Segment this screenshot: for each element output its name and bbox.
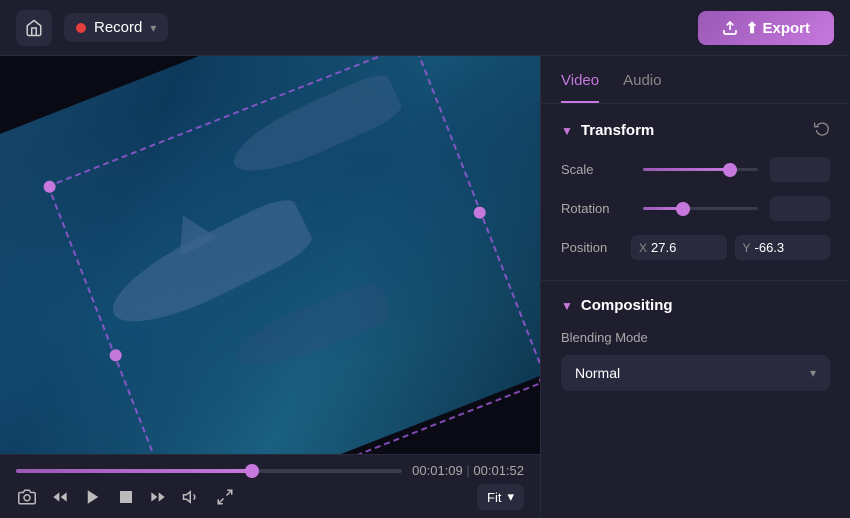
blending-mode-value: Normal <box>575 365 620 381</box>
record-dot-icon <box>76 23 86 33</box>
fit-chevron-icon: ▾ <box>507 489 514 505</box>
transform-title: Transform <box>581 122 654 139</box>
scale-label: Scale <box>561 162 631 177</box>
rotation-slider[interactable] <box>643 207 758 210</box>
header-left: Record ▾ <box>16 10 168 46</box>
position-row: Position X 27.6 Y -66.3 <box>561 235 830 260</box>
scale-value[interactable]: 176% <box>770 157 830 182</box>
ctrl-left <box>16 486 236 508</box>
y-value: -66.3 <box>755 240 785 255</box>
total-time: 00:01:52 <box>473 463 524 478</box>
position-inputs: X 27.6 Y -66.3 <box>631 235 830 260</box>
compositing-section: ▼ Compositing Blending Mode Normal ▾ <box>541 281 850 407</box>
playback-controls: 00:01:09 | 00:01:52 <box>0 454 540 518</box>
compositing-header: ▼ Compositing <box>561 297 830 314</box>
x-input-group[interactable]: X 27.6 <box>631 235 727 260</box>
header: Record ▾ ⬆ Export <box>0 0 850 56</box>
panel-tabs: Video Audio <box>541 56 850 104</box>
fullscreen-button[interactable] <box>214 486 236 508</box>
rotation-track <box>643 207 758 210</box>
blending-mode-dropdown[interactable]: Normal ▾ <box>561 355 830 391</box>
compositing-collapse-icon[interactable]: ▼ <box>561 299 573 313</box>
blend-chevron-icon: ▾ <box>810 366 816 380</box>
forward-button[interactable] <box>148 487 168 507</box>
y-axis-label: Y <box>743 241 751 255</box>
scale-thumb[interactable] <box>723 163 737 177</box>
scale-slider[interactable] <box>643 168 758 171</box>
x-axis-label: X <box>639 241 647 255</box>
compositing-title-row: ▼ Compositing <box>561 297 673 314</box>
tab-video[interactable]: Video <box>561 72 599 103</box>
progress-row: 00:01:09 | 00:01:52 <box>16 463 524 478</box>
fit-dropdown[interactable]: Fit ▾ <box>477 484 524 510</box>
video-content <box>0 56 540 454</box>
transform-title-row: ▼ Transform <box>561 122 654 139</box>
stop-button[interactable] <box>116 487 136 507</box>
blending-mode-label: Blending Mode <box>561 330 830 345</box>
position-label: Position <box>561 240 631 255</box>
chevron-down-icon: ▾ <box>150 21 156 35</box>
home-button[interactable] <box>16 10 52 46</box>
scale-fill <box>643 168 730 171</box>
current-time: 00:01:09 <box>412 463 463 478</box>
progress-fill <box>16 469 252 473</box>
record-label: Record <box>94 19 142 36</box>
y-input-group[interactable]: Y -66.3 <box>735 235 831 260</box>
rotation-value[interactable]: 21.4° <box>770 196 830 221</box>
transform-collapse-icon[interactable]: ▼ <box>561 124 573 138</box>
video-canvas[interactable] <box>0 56 540 454</box>
export-label: ⬆ Export <box>746 19 810 37</box>
transform-reset-button[interactable] <box>814 120 830 141</box>
progress-thumb[interactable] <box>245 464 259 478</box>
ctrl-right: Fit ▾ <box>477 484 524 510</box>
compositing-title: Compositing <box>581 297 673 314</box>
volume-button[interactable] <box>180 486 202 508</box>
transform-section: ▼ Transform Scale <box>541 104 850 281</box>
time-display: 00:01:09 | 00:01:52 <box>412 463 524 478</box>
tab-audio[interactable]: Audio <box>623 72 661 103</box>
rotation-row: Rotation 21.4° <box>561 196 830 221</box>
x-value: 27.6 <box>651 240 676 255</box>
scale-row: Scale 176% <box>561 157 830 182</box>
fit-label: Fit <box>487 490 501 505</box>
main-content: 00:01:09 | 00:01:52 <box>0 56 850 518</box>
rewind-button[interactable] <box>50 487 70 507</box>
play-button[interactable] <box>82 486 104 508</box>
right-panel: Video Audio ▼ Transform <box>540 56 850 518</box>
ctrl-row: Fit ▾ <box>16 484 524 510</box>
rotation-thumb[interactable] <box>676 202 690 216</box>
rotation-label: Rotation <box>561 201 631 216</box>
video-frame <box>0 56 540 454</box>
camera-button[interactable] <box>16 486 38 508</box>
progress-bar[interactable] <box>16 469 402 473</box>
scale-track <box>643 168 758 171</box>
transform-header: ▼ Transform <box>561 120 830 141</box>
export-button[interactable]: ⬆ Export <box>698 11 834 45</box>
video-area: 00:01:09 | 00:01:52 <box>0 56 540 518</box>
record-button[interactable]: Record ▾ <box>64 13 168 42</box>
